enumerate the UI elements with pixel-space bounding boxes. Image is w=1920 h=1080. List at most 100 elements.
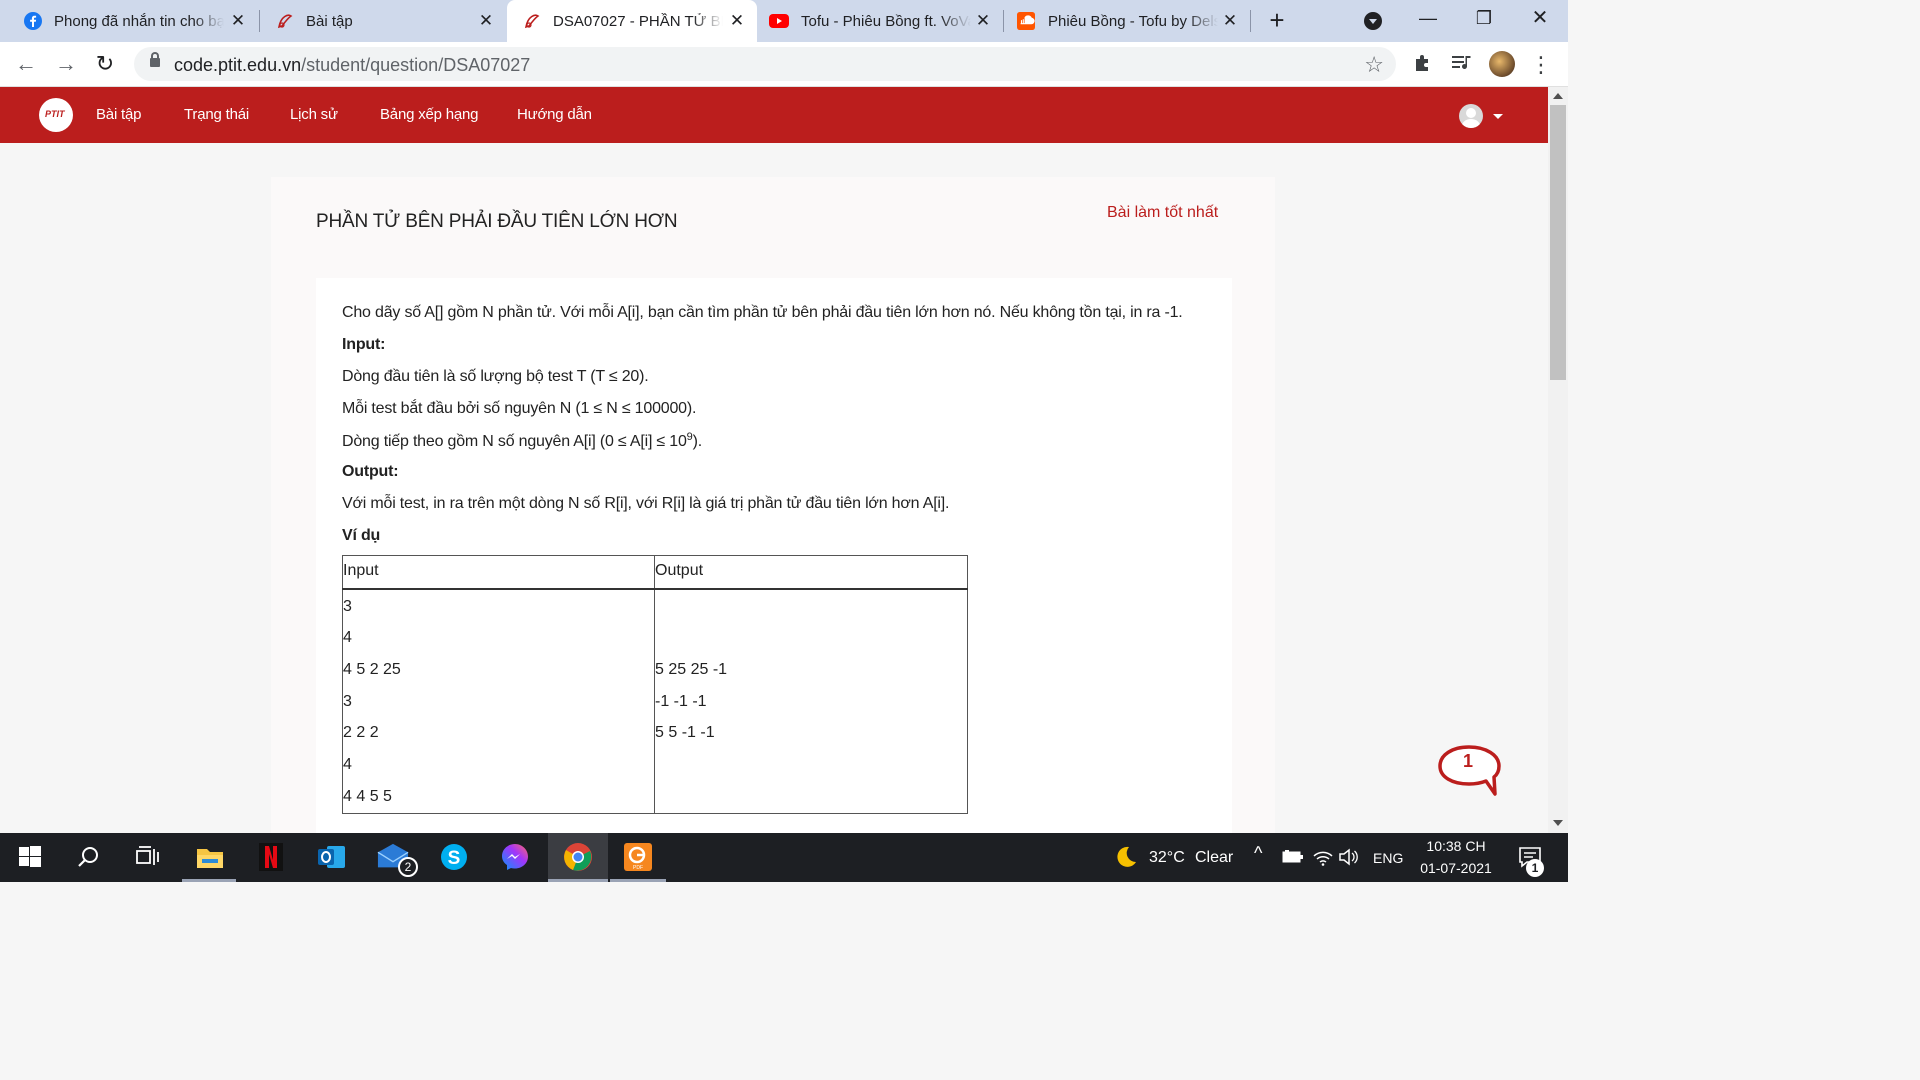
tab-title: DSA07027 - PHẦN TỬ BÊN PHẢI: [553, 12, 723, 30]
window-close-icon[interactable]: ✕: [1512, 0, 1568, 36]
user-avatar[interactable]: [1459, 104, 1483, 128]
input-heading: Input:: [342, 336, 386, 353]
input-line: 2 2 2: [343, 724, 379, 742]
facebook-icon: [24, 12, 42, 30]
running-indicator: [610, 879, 666, 882]
restore-icon[interactable]: ❐: [1456, 0, 1512, 36]
bookmark-star-icon[interactable]: ☆: [1364, 52, 1384, 78]
tab-close-icon[interactable]: ✕: [973, 11, 993, 31]
tab-search-icon[interactable]: [1364, 12, 1382, 30]
volume-icon[interactable]: [1333, 841, 1365, 873]
output-line: 5 5 -1 -1: [655, 724, 715, 742]
input-line: 4: [343, 755, 352, 773]
moon-weather-icon[interactable]: [1110, 841, 1142, 873]
skype-icon[interactable]: S: [438, 841, 470, 873]
description-text: Cho dãy số A[] gồm N phần tử. Với mỗi A[…: [342, 304, 1183, 321]
scroll-down-icon[interactable]: [1553, 820, 1563, 826]
input-line: 3: [343, 597, 352, 615]
problem-statement: Cho dãy số A[] gồm N phần tử. Với mỗi A[…: [316, 278, 1232, 833]
soundcloud-icon: [1017, 12, 1035, 30]
back-icon[interactable]: ←: [12, 51, 40, 79]
mail-badge: 2: [398, 857, 418, 877]
tab-title: Bài tập: [306, 12, 353, 30]
tab-close-icon[interactable]: ✕: [1220, 11, 1240, 31]
tab-dsa07027-active[interactable]: DSA07027 - PHẦN TỬ BÊN PHẢI ✕: [507, 0, 757, 42]
nav-huong-dan[interactable]: Hướng dẫn: [517, 106, 592, 123]
messenger-icon[interactable]: [499, 841, 531, 873]
tab-title: Tofu - Phiêu Bồng ft. VoVanDuc: [801, 12, 971, 30]
tab-title: Phong đã nhắn tin cho bạn: [54, 12, 224, 30]
tab-soundcloud[interactable]: Phiêu Bồng - Tofu by Delsur ✕: [1004, 0, 1250, 42]
input-line-2: Mỗi test bắt đầu bởi số nguyên N (1 ≤ N …: [342, 400, 697, 417]
outlook-icon[interactable]: [316, 841, 348, 873]
notification-badge: 1: [1526, 859, 1544, 877]
ptit-logo[interactable]: [39, 98, 73, 132]
windows-start-icon[interactable]: [14, 841, 46, 873]
forward-icon[interactable]: →: [52, 51, 80, 79]
address-bar[interactable]: code.ptit.edu.vn/student/question/DSA070…: [134, 47, 1396, 81]
search-icon[interactable]: [73, 841, 105, 873]
media-control-icon[interactable]: [1450, 53, 1474, 77]
tab-bai-tap[interactable]: Bài tập ✕: [252, 0, 506, 42]
output-heading: Output:: [342, 463, 399, 480]
tab-close-icon[interactable]: ✕: [476, 11, 496, 31]
url-text[interactable]: code.ptit.edu.vn/student/question/DSA070…: [174, 55, 530, 76]
nav-bai-tap[interactable]: Bài tập: [96, 106, 142, 123]
show-hidden-icons-chevron-icon[interactable]: ^: [1254, 843, 1262, 864]
new-tab-button[interactable]: +: [1262, 6, 1292, 36]
table-header-row: Input Output: [342, 555, 968, 590]
pdf-app-icon[interactable]: PDF: [622, 841, 654, 873]
netflix-icon[interactable]: [255, 841, 287, 873]
tab-youtube[interactable]: Tofu - Phiêu Bồng ft. VoVanDuc ✕: [757, 0, 1003, 42]
input-line: 4: [343, 629, 352, 647]
chrome-icon[interactable]: [562, 841, 594, 873]
nav-bang-xep-hang[interactable]: Bảng xếp hạng: [380, 106, 479, 123]
browser-menu-icon[interactable]: ⋮: [1529, 53, 1553, 77]
user-menu-caret-icon[interactable]: [1493, 114, 1503, 119]
browser-tab-strip: Phong đã nhắn tin cho bạn ✕ Bài tập ✕ DS…: [0, 0, 1568, 42]
output-line: -1 -1 -1: [655, 692, 707, 710]
task-view-icon[interactable]: [131, 841, 163, 873]
output-line: 5 25 25 -1: [655, 660, 728, 678]
extensions-puzzle-icon[interactable]: [1411, 53, 1435, 77]
input-line: 4 4 5 5: [343, 787, 392, 805]
table-header-input: Input: [342, 555, 655, 590]
file-explorer-icon[interactable]: [194, 841, 226, 873]
clock[interactable]: 10:38 CH 01-07-2021: [1410, 836, 1502, 880]
site-header: Bài tập Trạng thái Lịch sử Bảng xếp hạng…: [0, 87, 1548, 143]
tab-close-icon[interactable]: ✕: [727, 11, 747, 31]
scrollbar-thumb[interactable]: [1550, 105, 1566, 380]
ptit-icon: [524, 14, 540, 29]
example-heading: Ví dụ: [342, 527, 381, 544]
scroll-up-icon[interactable]: [1553, 93, 1563, 99]
nav-lich-su[interactable]: Lịch sử: [290, 106, 338, 123]
input-line: 3: [343, 692, 352, 710]
nav-trang-thai[interactable]: Trạng thái: [184, 106, 249, 123]
address-toolbar: ← → ↻ code.ptit.edu.vn/student/question/…: [0, 42, 1568, 87]
question-title: PHẦN TỬ BÊN PHẢI ĐẦU TIÊN LỚN HƠN: [316, 211, 678, 232]
youtube-icon: [769, 14, 789, 28]
running-indicator: [182, 879, 236, 882]
running-indicator: [548, 879, 608, 882]
language-indicator[interactable]: ENG: [1373, 850, 1403, 866]
browser-profile-avatar[interactable]: [1489, 51, 1515, 77]
tab-close-icon[interactable]: ✕: [228, 11, 248, 31]
svg-text:S: S: [448, 848, 461, 869]
output-line-1: Với mỗi test, in ra trên một dòng N số R…: [342, 495, 950, 512]
page-body: PHẦN TỬ BÊN PHẢI ĐẦU TIÊN LỚN HƠN Bài là…: [0, 143, 1548, 833]
weather-description[interactable]: Clear: [1195, 849, 1233, 867]
reload-icon[interactable]: ↻: [91, 51, 119, 79]
best-submission-link[interactable]: Bài làm tốt nhất: [1107, 204, 1218, 222]
tab-facebook[interactable]: Phong đã nhắn tin cho bạn ✕: [0, 0, 258, 42]
input-line-3: Dòng tiếp theo gồm N số nguyên A[i] (0 ≤…: [342, 431, 702, 450]
minimize-icon[interactable]: —: [1400, 0, 1456, 36]
battery-icon[interactable]: [1277, 841, 1309, 873]
weather-temperature[interactable]: 32°C: [1149, 849, 1185, 867]
vertical-scrollbar[interactable]: [1548, 87, 1568, 833]
chat-badge: 1: [1463, 751, 1474, 771]
chat-button[interactable]: 1: [1437, 744, 1501, 798]
